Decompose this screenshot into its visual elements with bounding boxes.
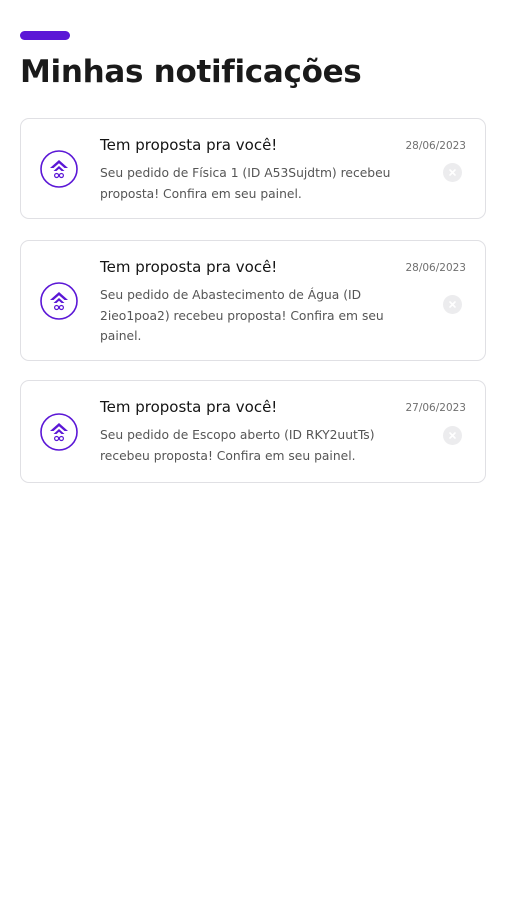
dismiss-notification-button[interactable] bbox=[443, 425, 462, 445]
close-icon bbox=[449, 431, 456, 439]
notification-date: 27/06/2023 bbox=[405, 402, 466, 414]
dismiss-notification-button[interactable] bbox=[443, 294, 462, 314]
brand-logo-icon bbox=[40, 281, 78, 320]
notification-title: Tem proposta pra você! bbox=[100, 136, 278, 154]
notification-date: 28/06/2023 bbox=[405, 262, 466, 274]
dismiss-notification-button[interactable] bbox=[443, 162, 462, 182]
notification-message: Seu pedido de Escopo aberto (ID RKY2uutT… bbox=[100, 428, 375, 463]
notification-title: Tem proposta pra você! bbox=[100, 258, 278, 276]
header-accent-bar bbox=[20, 31, 70, 40]
notification-title: Tem proposta pra você! bbox=[100, 398, 278, 416]
notification-date: 28/06/2023 bbox=[405, 140, 466, 152]
notification-message: Seu pedido de Física 1 (ID A53Sujdtm) re… bbox=[100, 166, 391, 201]
notification-card[interactable]: Tem proposta pra você! 28/06/2023 Seu pe… bbox=[20, 240, 486, 361]
brand-logo-icon bbox=[40, 149, 78, 188]
notification-message: Seu pedido de Abastecimento de Água (ID … bbox=[100, 288, 384, 343]
page-title: Minhas notificações bbox=[20, 54, 362, 90]
close-icon bbox=[449, 168, 456, 176]
notification-card[interactable]: Tem proposta pra você! 28/06/2023 Seu pe… bbox=[20, 118, 486, 219]
close-icon bbox=[449, 300, 456, 308]
notification-card[interactable]: Tem proposta pra você! 27/06/2023 Seu pe… bbox=[20, 380, 486, 483]
brand-logo-icon bbox=[40, 412, 78, 451]
